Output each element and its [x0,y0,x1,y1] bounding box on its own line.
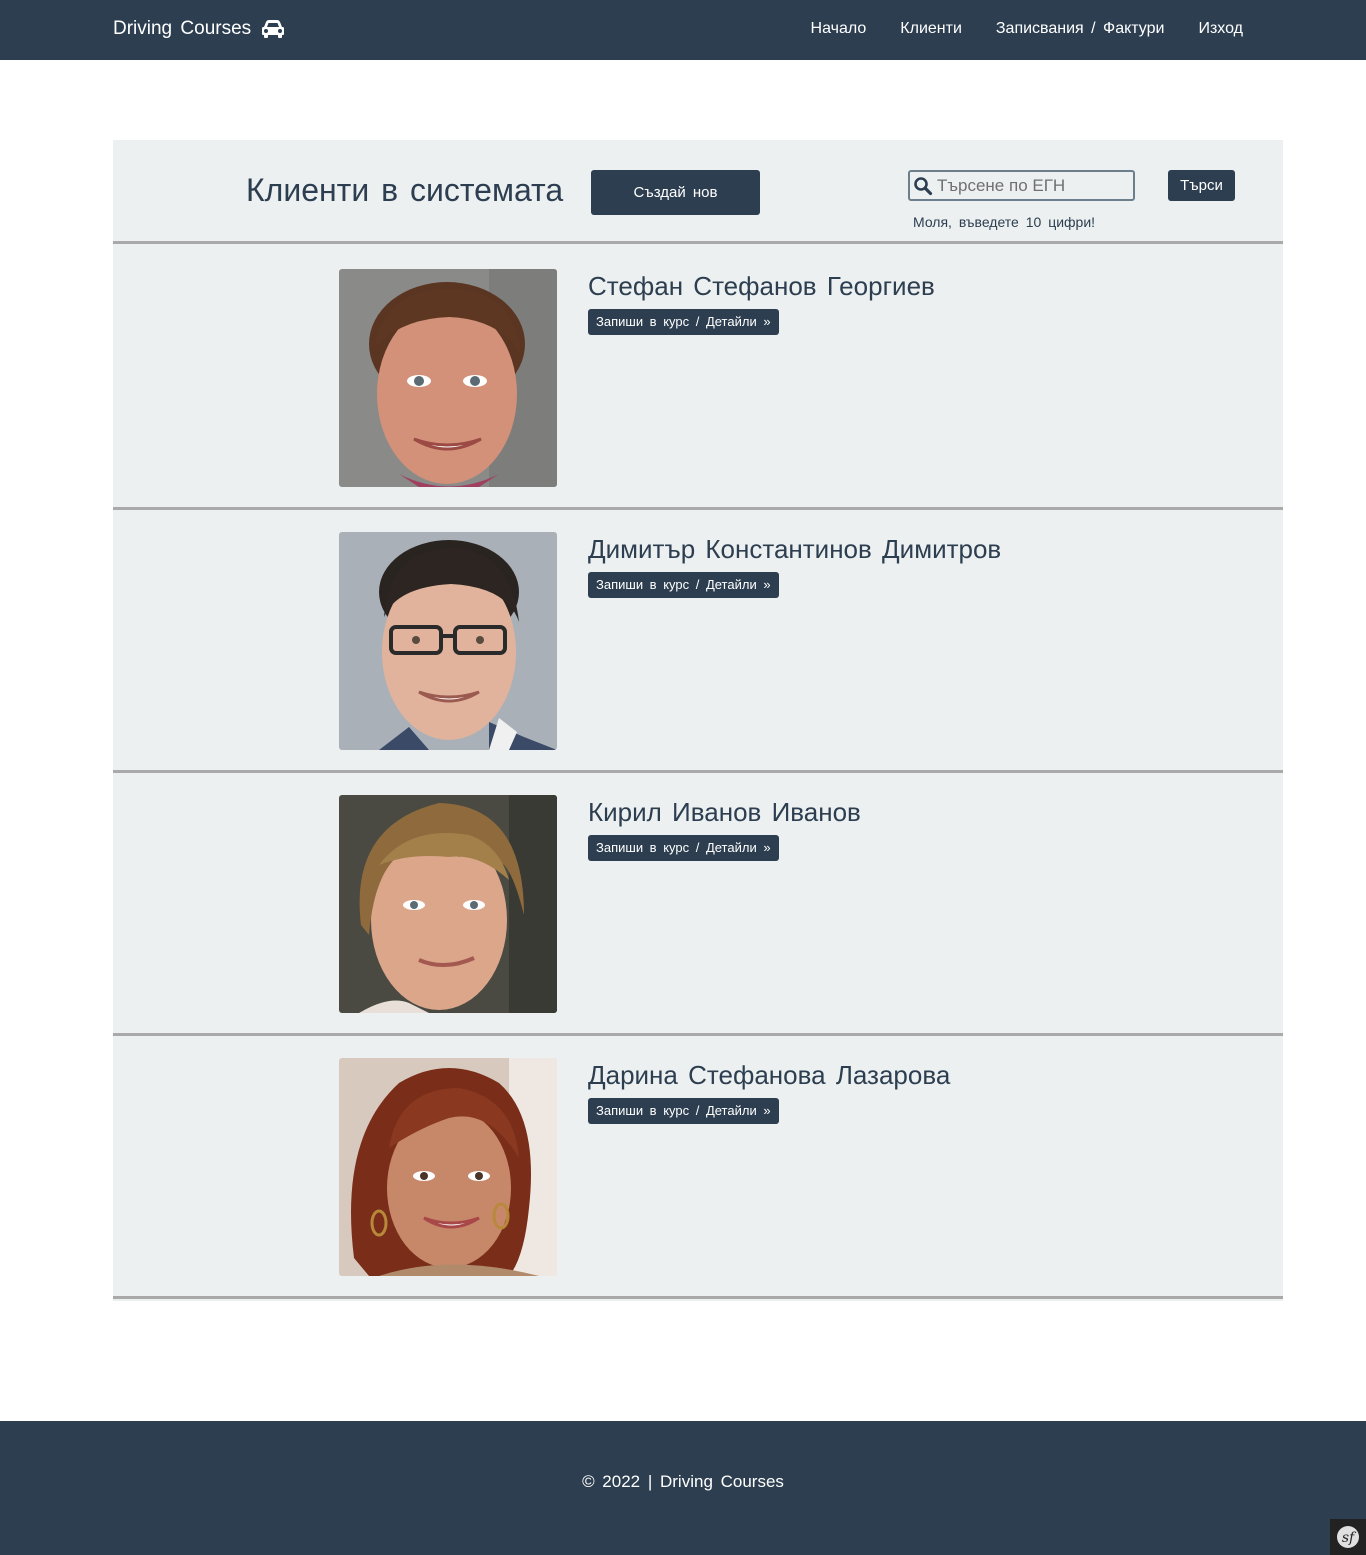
search-hint: Моля, въведете 10 цифри! [913,214,1096,230]
clients-panel: Клиенти в системата Създай нов Търси Мол… [113,140,1283,1301]
page-title: Клиенти в системата [246,172,564,208]
nav-link-home[interactable]: Начало [811,20,867,38]
client-row: Дарина Стефанова Лазарова Запиши в курс … [113,1036,1283,1299]
client-name: Стефан Стефанов Георгиев [588,271,935,301]
client-row: Димитър Константинов Димитров Запиши в к… [113,510,1283,773]
car-icon [262,20,285,38]
client-name: Дарина Стефанова Лазарова [588,1060,951,1090]
client-photo [339,1058,557,1276]
client-name: Кирил Иванов Иванов [588,797,861,827]
enroll-details-button[interactable]: Запиши в курс / Детайли » [588,309,779,335]
search-box [908,170,1135,201]
search-icon [914,176,933,195]
nav-link-clients[interactable]: Клиенти [900,20,962,38]
page-footer: © 2022 | Driving Courses sf [0,1421,1366,1555]
enroll-details-button[interactable]: Запиши в курс / Детайли » [588,572,779,598]
client-row: Стефан Стефанов Георгиев Запиши в курс /… [113,247,1283,510]
client-photo [339,795,557,1013]
brand-label: Driving Courses [113,18,252,39]
symfony-toolbar-toggle[interactable]: sf [1330,1519,1366,1555]
enroll-details-button[interactable]: Запиши в курс / Детайли » [588,835,779,861]
nav-link-enrollments-invoices[interactable]: Записвания / Фактури [996,20,1165,38]
nav-link-logout[interactable]: Изход [1198,20,1243,38]
client-photo [339,532,557,750]
symfony-icon: sf [1337,1526,1359,1548]
create-new-button[interactable]: Създай нов [591,170,760,215]
nav-links: Начало Клиенти Записвания / Фактури Изхо… [811,20,1243,38]
search-button[interactable]: Търси [1168,170,1235,201]
brand-link[interactable]: Driving Courses [113,18,285,40]
top-navbar: Driving Courses Начало Клиенти Записвани… [0,0,1366,60]
client-row: Кирил Иванов Иванов Запиши в курс / Дета… [113,773,1283,1036]
footer-copyright: © 2022 | Driving Courses [582,1472,784,1491]
client-photo [339,269,557,487]
enroll-details-button[interactable]: Запиши в курс / Детайли » [588,1098,779,1124]
egn-search-input[interactable] [937,175,1127,196]
clients-header: Клиенти в системата Създай нов Търси Мол… [113,140,1283,244]
client-name: Димитър Константинов Димитров [588,534,1002,564]
